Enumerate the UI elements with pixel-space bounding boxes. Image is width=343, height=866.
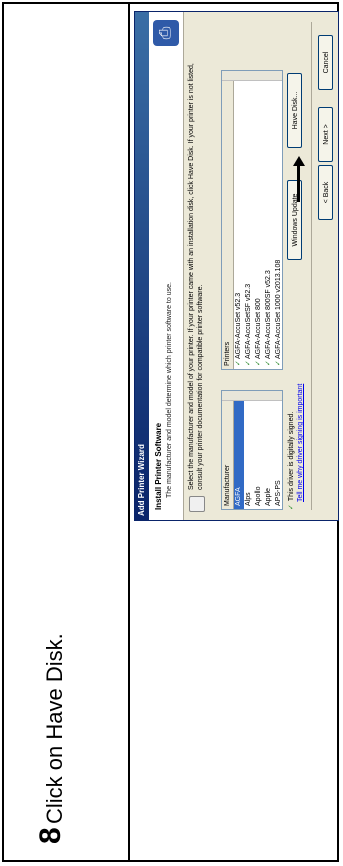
printer-item-label: AGFA-AccuSet 800SF v52.3 xyxy=(265,270,272,359)
header-subtitle: The manufacturer and model determine whi… xyxy=(166,282,173,498)
step-number: 8 xyxy=(34,827,67,844)
printer-item[interactable]: ✓AGFA-AccuSet v52.3 xyxy=(234,71,244,369)
step-instruction: Click on Have Disk. xyxy=(42,633,67,824)
signed-driver-text: ✓ This driver is digitally signed. xyxy=(287,412,295,510)
printer-item-label: AGFA-AccuSetSF v52.3 xyxy=(245,283,252,359)
manufacturer-item[interactable]: APS-PS xyxy=(274,391,284,509)
back-button[interactable]: < Back xyxy=(318,165,333,220)
manufacturer-item[interactable]: Alps xyxy=(244,391,254,509)
have-disk-button[interactable]: Have Disk... xyxy=(287,73,302,148)
printer-item-label: AGFA-AccuSet 800 xyxy=(255,298,262,359)
printers-list[interactable]: Printers ✓AGFA-AccuSet v52.3 ✓AGFA-AccuS… xyxy=(221,70,283,370)
header-title: Install Printer Software xyxy=(154,422,163,510)
step-number-container: 8 xyxy=(34,804,74,844)
step-column: Click on Have Disk. 8 xyxy=(4,4,122,860)
pointer-arrow-icon xyxy=(293,156,305,202)
step-instruction-container: Click on Have Disk. xyxy=(42,504,82,824)
signed-driver-label: This driver is digitally signed. xyxy=(288,411,295,502)
driver-signing-link[interactable]: Tell me why driver signing is important xyxy=(297,384,304,502)
manufacturer-list-header: Manufacturer xyxy=(222,391,234,509)
signed-driver-icon: ✓ xyxy=(265,360,272,366)
cancel-button[interactable]: Cancel xyxy=(318,35,333,90)
printer-item-label: AGFA-AccuSet v52.3 xyxy=(235,292,242,359)
manufacturer-list[interactable]: Manufacturer AGFA Alps Apollo Apple APS-… xyxy=(221,390,283,510)
button-separator xyxy=(311,22,312,510)
signed-driver-icon: ✓ xyxy=(235,360,242,366)
manufacturer-item[interactable]: Apollo xyxy=(254,391,264,509)
column-divider xyxy=(128,4,130,860)
printer-install-icon: ⎙ xyxy=(153,20,179,46)
printer-item[interactable]: ✓AGFA-AccuSet 800SF v52.3 xyxy=(264,71,274,369)
signed-driver-icon: ✓ xyxy=(288,504,295,510)
printers-list-header: Printers xyxy=(222,71,234,369)
signed-driver-icon: ✓ xyxy=(245,360,252,366)
info-text: Select the manufacturer and model of you… xyxy=(188,63,204,490)
printer-item[interactable]: ✓AGFA-AccuSet 800 xyxy=(254,71,264,369)
signed-driver-icon: ✓ xyxy=(275,360,282,366)
pointer-arrow-head xyxy=(293,156,305,166)
dialog-titlebar: Add Printer Wizard xyxy=(135,12,149,520)
pointer-arrow-shaft xyxy=(297,162,300,202)
printers-scrollbar[interactable] xyxy=(222,71,282,81)
dialog-rotated-wrapper: Add Printer Wizard Install Printer Softw… xyxy=(134,11,339,521)
screenshot-column: Add Printer Wizard Install Printer Softw… xyxy=(128,4,339,860)
printer-icon xyxy=(189,496,205,512)
next-button[interactable]: Next > xyxy=(318,107,333,162)
manufacturer-item[interactable]: AGFA xyxy=(234,391,244,509)
manufacturer-scrollbar[interactable] xyxy=(222,391,282,401)
signed-driver-icon: ✓ xyxy=(255,360,262,366)
add-printer-wizard-dialog: Add Printer Wizard Install Printer Softw… xyxy=(134,11,339,521)
manufacturer-item[interactable]: Apple xyxy=(264,391,274,509)
printer-item-label: AGFA-AccuSet 1000 v2013.108 xyxy=(275,259,282,359)
tutorial-frame: Click on Have Disk. 8 Add Printer Wizard… xyxy=(2,2,339,862)
printer-item[interactable]: ✓AGFA-AccuSetSF v52.3 xyxy=(244,71,254,369)
printer-item[interactable]: ✓AGFA-AccuSet 1000 v2013.108 xyxy=(274,71,284,369)
dialog-header: Install Printer Software The manufacture… xyxy=(149,12,184,520)
